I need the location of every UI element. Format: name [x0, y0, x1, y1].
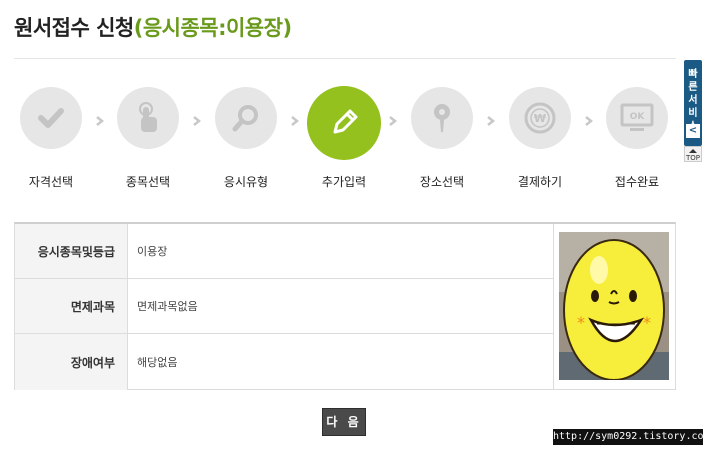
chevron-right-icon: [193, 116, 202, 126]
row-value: 이용장: [137, 245, 168, 258]
chevron-right-icon: [389, 116, 398, 126]
table-row: 응시종목및등급 이용장: [15, 224, 553, 279]
watermark-url: http://sym0292.tistory.com: [553, 429, 710, 445]
step-label: 응시유형: [223, 175, 269, 189]
magnifier-icon: [215, 87, 277, 149]
table-row: 면제과목 면제과목없음: [15, 279, 553, 334]
step-progress: 자격선택 종목선택 응시유형 추가입력 장소선택 ₩ 결제하기 OK 접수완료: [0, 86, 690, 197]
step-4: 추가입력: [307, 86, 381, 190]
chevron-right-icon: [585, 116, 594, 126]
svg-text:OK: OK: [630, 112, 646, 122]
application-info-table: 응시종목및등급 이용장 면제과목 면제과목없음 장애여부 해당없음 * *: [14, 222, 676, 390]
step-label: 접수완료: [614, 175, 660, 189]
step-7: OK 접수완료: [599, 87, 675, 190]
page-title: 원서접수 신청(응시종목:이용장): [14, 12, 292, 42]
caret-up-icon: [689, 149, 697, 153]
location-pin-icon: [411, 87, 473, 149]
step-2: 종목선택: [110, 87, 186, 190]
photo-cell: * *: [553, 224, 675, 390]
step-1: 자격선택: [13, 87, 89, 190]
step-3: 응시유형: [208, 87, 284, 190]
check-icon: [20, 87, 82, 149]
applicant-photo: * *: [559, 232, 669, 380]
step-label: 장소선택: [419, 175, 465, 189]
quick-service-tab[interactable]: 빠른서비스 <: [684, 60, 702, 146]
svg-text:*: *: [643, 313, 651, 332]
row-value: 해당없음: [137, 356, 178, 369]
step-6: ₩ 결제하기: [502, 87, 578, 190]
row-header: 면제과목: [15, 279, 128, 333]
step-label: 결제하기: [517, 175, 563, 189]
step-label: 자격선택: [28, 175, 74, 189]
page-title-accent: (응시종목:이용장): [133, 16, 292, 40]
step-5: 장소선택: [404, 87, 480, 190]
page-title-main: 원서접수 신청: [14, 16, 134, 40]
top-label: TOP: [685, 154, 700, 162]
step-label: 추가입력: [321, 175, 367, 189]
svg-text:₩: ₩: [534, 112, 546, 125]
ok-monitor-icon: OK: [606, 87, 668, 149]
title-divider: [14, 58, 676, 59]
next-button[interactable]: 다 음: [322, 408, 366, 436]
svg-text:*: *: [577, 313, 585, 332]
table-row: 장애여부 해당없음: [15, 334, 553, 390]
row-header: 장애여부: [15, 334, 128, 390]
chevron-right-icon: [487, 116, 496, 126]
won-coin-icon: ₩: [509, 87, 571, 149]
row-value: 면제과목없음: [137, 300, 198, 313]
step-label: 종목선택: [125, 175, 171, 189]
chevron-right-icon: [291, 116, 300, 126]
chevron-right-icon: [96, 116, 105, 126]
top-button[interactable]: TOP: [684, 146, 702, 162]
pencil-icon: [307, 86, 381, 160]
collapse-icon[interactable]: <: [686, 124, 700, 138]
row-header: 응시종목및등급: [15, 224, 128, 278]
hand-pointer-icon: [117, 87, 179, 149]
